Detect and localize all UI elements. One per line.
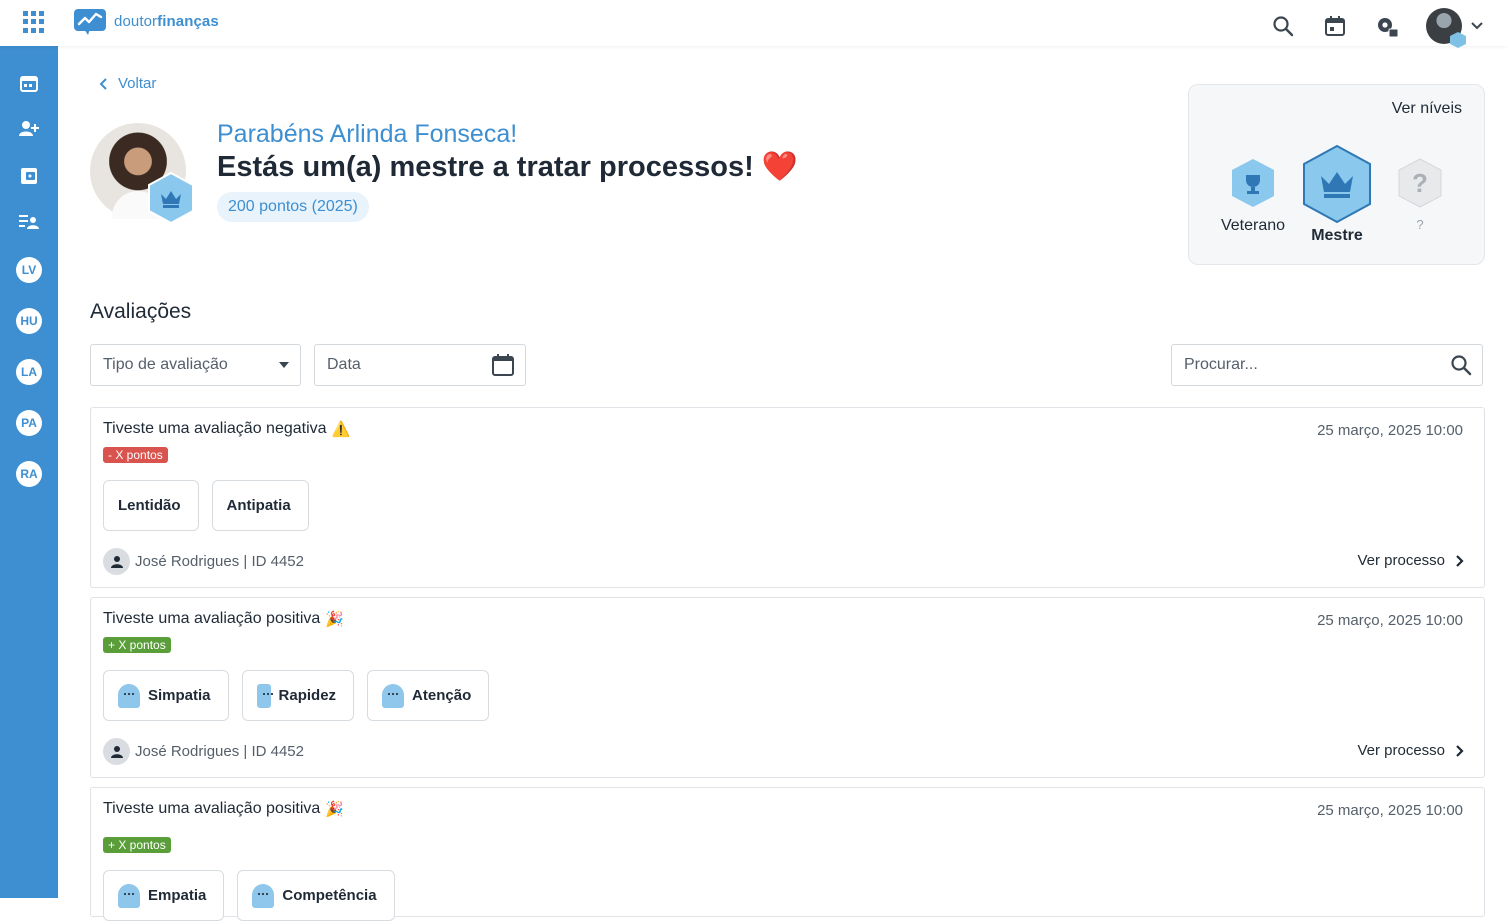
party-icon: 🎉 bbox=[325, 801, 344, 818]
chip-lentidao: Lentidão bbox=[103, 480, 199, 531]
question-icon: ? bbox=[1398, 158, 1442, 208]
brand-logo[interactable]: doutorfinanças bbox=[74, 7, 219, 35]
wallet-icon[interactable] bbox=[14, 161, 44, 191]
dropdown-arrow-icon bbox=[279, 362, 289, 368]
reviews-section-title: Avaliações bbox=[90, 300, 192, 323]
person-icon bbox=[103, 738, 130, 765]
points-tag: + X pontos bbox=[103, 837, 171, 853]
points-tag: + X pontos bbox=[103, 637, 171, 653]
review-chips: Lentidão Antipatia bbox=[103, 480, 309, 531]
reviewer: José Rodrigues | ID 4452 bbox=[103, 548, 304, 575]
points-tag: - X pontos bbox=[103, 447, 168, 463]
review-title: Tiveste uma avaliação positiva 🎉 bbox=[103, 800, 344, 818]
user-list-icon[interactable] bbox=[14, 207, 44, 237]
congrats-title: Parabéns Arlinda Fonseca! bbox=[217, 120, 518, 148]
view-levels-link[interactable]: Ver níveis bbox=[1392, 100, 1462, 118]
headline: Estás um(a) mestre a tratar processos! ❤… bbox=[217, 151, 798, 183]
review-chips: Empatia Competência bbox=[103, 870, 395, 921]
brand-name: doutorfinanças bbox=[114, 12, 219, 30]
level-locked: ? ? bbox=[1385, 158, 1455, 232]
chip-atencao: Atenção bbox=[367, 670, 490, 721]
heart-icon: ❤️ bbox=[761, 151, 798, 183]
level-veterano: Veterano bbox=[1217, 158, 1289, 235]
chart-logo-icon bbox=[74, 9, 106, 35]
back-link[interactable]: Voltar bbox=[98, 75, 156, 92]
search-icon[interactable] bbox=[1270, 13, 1296, 39]
calendar-icon[interactable] bbox=[1322, 13, 1348, 39]
review-title: Tiveste uma avaliação positiva 🎉 bbox=[103, 610, 344, 628]
chevron-right-icon bbox=[1456, 554, 1464, 567]
magnifier-icon bbox=[382, 683, 405, 708]
svg-text:?: ? bbox=[1412, 168, 1428, 198]
levels-card: Ver níveis Veterano Mestre ? ? bbox=[1188, 84, 1485, 265]
reviewer: José Rodrigues | ID 4452 bbox=[103, 738, 304, 765]
party-icon: 🎉 bbox=[325, 611, 344, 628]
apps-grid-icon[interactable] bbox=[23, 11, 45, 33]
speed-icon bbox=[256, 683, 273, 708]
chip-competencia: Competência bbox=[237, 870, 395, 921]
level-mestre: Mestre bbox=[1299, 144, 1375, 245]
warning-icon: ⚠️ bbox=[331, 421, 351, 438]
person-icon bbox=[103, 548, 130, 575]
smile-icon bbox=[118, 683, 140, 708]
account-menu[interactable] bbox=[1426, 8, 1484, 48]
review-card: Tiveste uma avaliação positiva 🎉 25 març… bbox=[90, 597, 1485, 778]
review-date: 25 março, 2025 10:00 bbox=[1317, 802, 1463, 819]
chevron-right-icon bbox=[1456, 744, 1464, 757]
date-field[interactable]: Data bbox=[314, 344, 526, 386]
avatar[interactable] bbox=[1426, 8, 1466, 48]
top-actions bbox=[1270, 8, 1484, 48]
calendar-icon[interactable] bbox=[14, 68, 44, 98]
heart-face-icon bbox=[118, 883, 140, 908]
sidebar-user-lv[interactable]: LV bbox=[14, 255, 44, 285]
crown-icon bbox=[1303, 144, 1371, 224]
search-icon[interactable] bbox=[1450, 354, 1472, 376]
chip-empatia: Empatia bbox=[103, 870, 225, 921]
chip-simpatia: Simpatia bbox=[103, 670, 229, 721]
sidebar-user-ra[interactable]: RA bbox=[14, 459, 44, 489]
chip-rapidez: Rapidez bbox=[241, 670, 355, 721]
add-user-icon[interactable] bbox=[14, 114, 44, 144]
search-input[interactable]: Procurar... bbox=[1171, 344, 1483, 386]
settings-lock-icon[interactable] bbox=[1374, 13, 1400, 39]
sidebar-user-hu[interactable]: HU bbox=[14, 306, 44, 336]
smile-icon bbox=[252, 883, 275, 908]
review-date: 25 março, 2025 10:00 bbox=[1317, 422, 1463, 439]
crown-badge-icon bbox=[148, 172, 194, 224]
chevron-down-icon[interactable] bbox=[1470, 21, 1484, 31]
sidebar-user-la[interactable]: LA bbox=[14, 357, 44, 387]
review-date: 25 março, 2025 10:00 bbox=[1317, 612, 1463, 629]
trophy-icon bbox=[1232, 159, 1274, 207]
view-process-link[interactable]: Ver processo bbox=[1357, 742, 1464, 759]
points-badge: 200 pontos (2025) bbox=[217, 192, 369, 222]
chevron-left-icon bbox=[99, 77, 107, 90]
sidebar-user-pa[interactable]: PA bbox=[14, 408, 44, 438]
review-chips: Simpatia Rapidez Atenção bbox=[103, 670, 490, 721]
review-card: Tiveste uma avaliação negativa ⚠️ 25 mar… bbox=[90, 407, 1485, 588]
review-title: Tiveste uma avaliação negativa ⚠️ bbox=[103, 420, 351, 438]
review-type-select[interactable]: Tipo de avaliação bbox=[90, 344, 301, 386]
chip-antipatia: Antipatia bbox=[211, 480, 309, 531]
sidebar: LV HU LA PA RA bbox=[0, 46, 58, 898]
crown-badge-icon bbox=[1450, 32, 1466, 48]
calendar-icon[interactable] bbox=[491, 353, 515, 377]
top-bar: doutorfinanças bbox=[0, 0, 1508, 48]
view-process-link[interactable]: Ver processo bbox=[1357, 552, 1464, 569]
